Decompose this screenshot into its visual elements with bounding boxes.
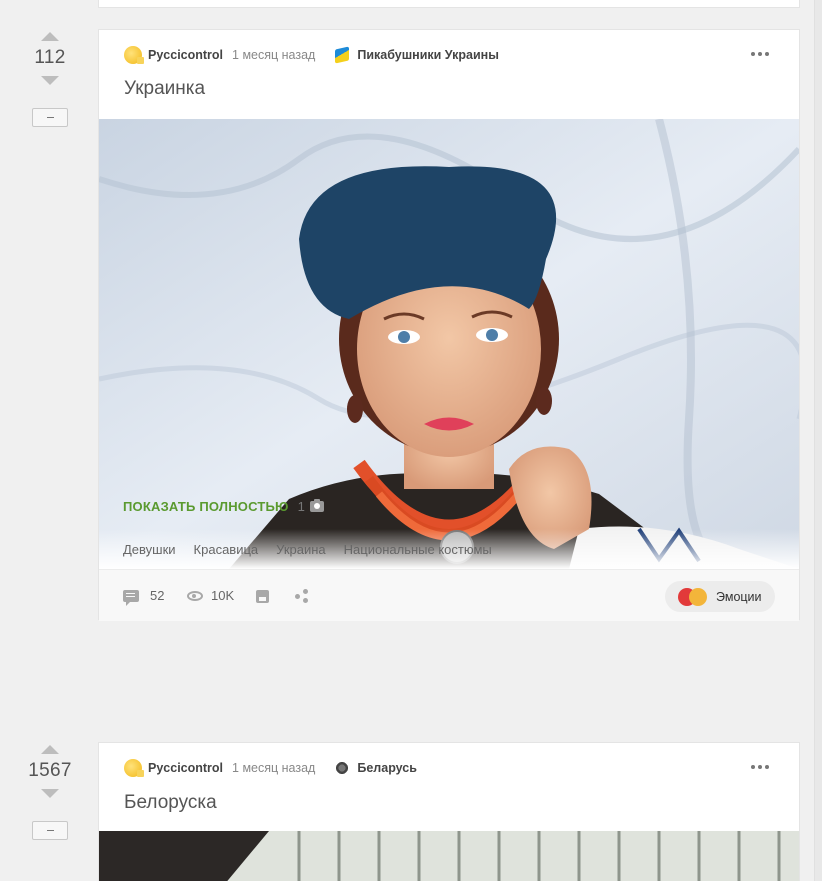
show-full-link[interactable]: ПОКАЗАТЬ ПОЛНОСТЬЮ [123,499,289,514]
views-count: 10K [211,588,235,603]
comment-icon [123,589,139,606]
fence-photo [99,831,799,881]
post-title[interactable]: Украинка [124,78,205,100]
post-footer: 52 10K Эмоции [99,569,799,621]
emotions-label: Эмоции [716,589,762,604]
arrow-up-icon[interactable] [41,745,59,754]
emotion-icon [678,587,708,606]
arrow-down-icon[interactable] [41,76,59,85]
camera-icon [309,499,324,512]
eye-icon [187,590,203,601]
more-icon[interactable] [751,765,769,769]
post-time: 1 месяц назад [232,761,316,775]
collapse-post-button[interactable] [32,108,68,127]
comments-count: 52 [150,588,165,603]
post-card: Pyccicontrol 1 месяц назад Пикабушники У… [98,29,800,621]
arrow-up-icon[interactable] [41,32,59,41]
post-time: 1 месяц назад [232,48,316,62]
author-name[interactable]: Pyccicontrol [148,48,223,62]
tag[interactable]: Девушки [123,542,176,557]
comments-button[interactable]: 52 [123,588,165,606]
community-flag-icon [335,46,350,64]
collapse-post-button[interactable] [32,821,68,840]
post-image[interactable] [99,831,799,881]
post-score: 112 [34,47,66,68]
community-name[interactable]: Пикабушники Украины [357,48,499,62]
community-emblem-icon [335,761,350,775]
image-count: 1 [297,499,305,514]
post-title[interactable]: Белоруска [124,792,217,814]
share-icon [295,589,309,603]
arrow-down-icon[interactable] [41,789,59,798]
share-button[interactable] [295,589,309,603]
post-meta: Pyccicontrol 1 месяц назад Пикабушники У… [124,46,499,64]
author-name[interactable]: Pyccicontrol [148,761,223,775]
vote-column: 1567 [0,745,100,840]
views-counter: 10K [187,588,234,603]
tag[interactable]: Красавица [194,542,259,557]
save-icon [256,590,269,603]
community-name[interactable]: Беларусь [357,761,417,775]
tag[interactable]: Украина [276,542,326,557]
tag-list: Девушки Красавица Украина Национальные к… [123,542,492,557]
tag[interactable]: Национальные костюмы [344,542,492,557]
show-full-row: ПОКАЗАТЬ ПОЛНОСТЬЮ 1 [123,499,324,514]
emotions-button[interactable]: Эмоции [665,581,775,612]
avatar[interactable] [124,759,144,777]
post-score: 1567 [28,760,72,781]
previous-post-card-bottom [98,0,800,8]
post-card: Pyccicontrol 1 месяц назад Беларусь Бело… [98,742,800,881]
avatar[interactable] [124,46,144,64]
more-icon[interactable] [751,52,769,56]
right-scroll-edge [814,0,822,881]
save-button[interactable] [256,590,269,603]
post-meta: Pyccicontrol 1 месяц назад Беларусь [124,759,417,777]
vote-column: 112 [0,32,100,127]
